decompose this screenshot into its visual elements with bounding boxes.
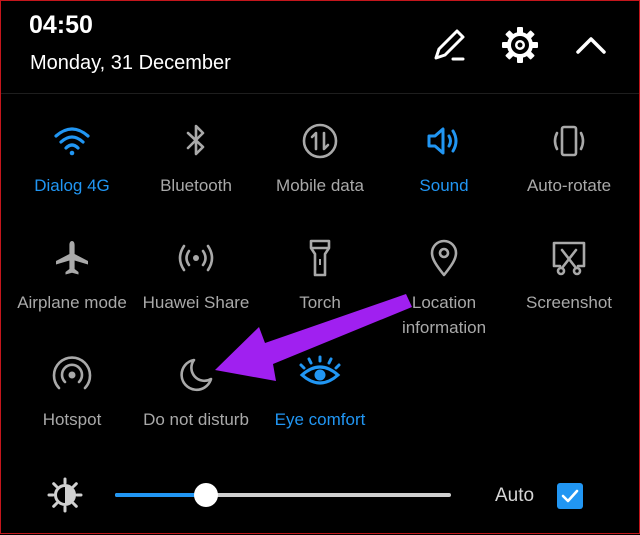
tile-label: Hotspot — [42, 410, 102, 429]
tile-label-line2: information — [401, 318, 487, 337]
screenshot-icon — [506, 238, 632, 278]
clock-time: 04:50 — [29, 11, 93, 39]
brightness-icon — [47, 477, 83, 513]
tile-label: Torch — [299, 293, 341, 312]
moon-icon — [133, 355, 259, 395]
bluetooth-icon — [133, 121, 259, 161]
tile-label: Airplane mode — [17, 293, 127, 312]
tile-label: Screenshot — [526, 293, 612, 312]
tile-label: Dialog 4G — [34, 176, 110, 195]
speaker-icon — [381, 121, 507, 161]
auto-brightness-checkbox[interactable] — [557, 483, 583, 509]
tile-do-not-disturb[interactable]: Do not disturb — [133, 355, 259, 432]
tile-bluetooth[interactable]: Bluetooth — [133, 121, 259, 198]
brightness-slider-thumb[interactable] — [193, 483, 218, 507]
tile-huawei-share[interactable]: Huawei Share — [133, 238, 259, 315]
brightness-slider-fill — [115, 493, 206, 497]
checkmark-icon — [561, 489, 579, 503]
edit-icon[interactable] — [429, 25, 469, 65]
date-label: Monday, 31 December — [30, 52, 231, 74]
auto-brightness-label: Auto — [495, 485, 535, 506]
tile-eye-comfort[interactable]: Eye comfort — [257, 355, 383, 432]
tile-label: Huawei Share — [142, 293, 250, 312]
huawei-share-icon — [133, 238, 259, 278]
tile-label: Auto-rotate — [526, 176, 612, 195]
header-divider — [1, 93, 639, 94]
torch-icon — [257, 238, 383, 278]
wifi-icon — [9, 121, 135, 161]
collapse-chevron-up-icon[interactable] — [571, 25, 611, 65]
tile-label: Eye comfort — [274, 410, 366, 429]
hotspot-icon — [9, 355, 135, 395]
tile-torch[interactable]: Torch — [257, 238, 383, 315]
quick-settings-panel: 04:50 Monday, 31 December Dialog 4G Blue… — [0, 0, 640, 534]
tile-dialog-4g[interactable]: Dialog 4G — [9, 121, 135, 198]
tile-sound[interactable]: Sound — [381, 121, 507, 198]
tile-mobile-data[interactable]: Mobile data — [257, 121, 383, 198]
gear-icon[interactable] — [500, 25, 540, 65]
tile-label: Bluetooth — [160, 176, 232, 195]
tile-label: Location information — [381, 290, 507, 340]
mobile-data-icon — [257, 121, 383, 161]
tile-auto-rotate[interactable]: Auto-rotate — [506, 121, 632, 198]
tile-label: Sound — [419, 176, 469, 195]
tile-label: Do not disturb — [143, 410, 249, 429]
auto-rotate-icon — [506, 121, 632, 161]
tile-label-line1: Location — [411, 293, 477, 312]
tile-label: Mobile data — [276, 176, 364, 195]
tile-hotspot[interactable]: Hotspot — [9, 355, 135, 432]
brightness-slider[interactable] — [115, 483, 451, 507]
tile-airplane-mode[interactable]: Airplane mode — [9, 238, 135, 315]
location-pin-icon — [381, 238, 507, 278]
airplane-icon — [9, 238, 135, 278]
tile-location-information[interactable]: Location information — [381, 238, 507, 340]
tile-screenshot[interactable]: Screenshot — [506, 238, 632, 315]
eye-icon — [257, 355, 383, 395]
